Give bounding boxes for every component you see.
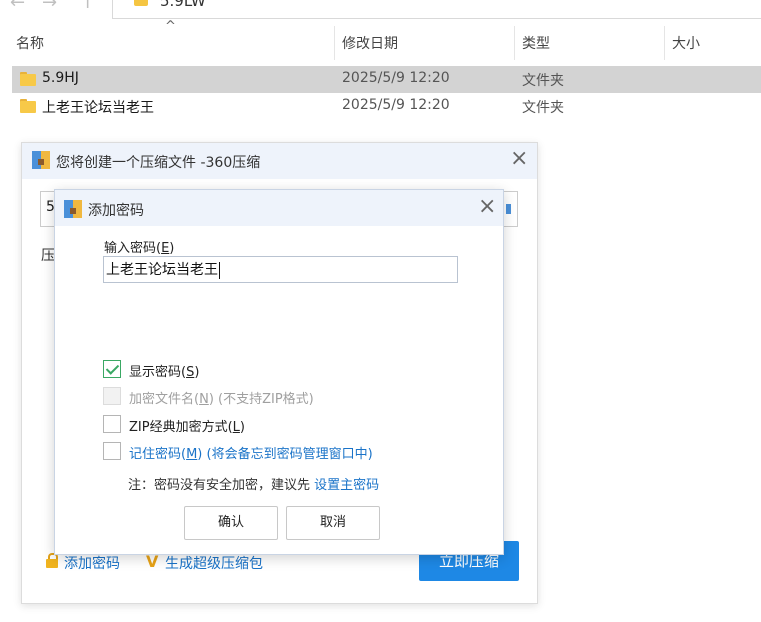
column-headers: ^ 名称 修改日期 类型 大小	[0, 19, 761, 60]
set-master-password-link[interactable]: 设置主密码	[314, 478, 379, 493]
explorer-toolbar: ← → ↑ 5.9LW	[0, 0, 761, 19]
folder-icon	[20, 99, 36, 113]
file-row[interactable]: 上老王论坛当老王 2025/5/9 12:20 文件夹	[12, 93, 761, 120]
zip-classic-label: ZIP经典加密方式(L)	[129, 420, 245, 435]
column-size[interactable]: 大小	[672, 33, 700, 53]
file-name: 5.9HJ	[42, 70, 79, 86]
lock-icon	[45, 553, 59, 568]
password-dialog-title: 添加密码	[88, 203, 144, 219]
add-password-dialog: 添加密码 × 输入密码(E) 上老王论坛当老王 显示密码(S) 加密文件名(N)…	[54, 189, 504, 555]
up-arrow-icon[interactable]: ↑	[80, 0, 95, 13]
show-password-checkbox[interactable]	[103, 360, 121, 378]
remember-password-label: 记住密码(M) (将会备忘到密码管理窗口中)	[129, 447, 373, 462]
close-icon[interactable]: ×	[510, 148, 528, 170]
password-dialog-titlebar[interactable]: 添加密码 ×	[55, 190, 503, 226]
address-folder-icon	[134, 0, 148, 6]
add-password-link[interactable]: 添加密码	[64, 553, 120, 573]
encrypt-filename-checkbox	[103, 387, 121, 405]
compress-dialog-titlebar[interactable]: 您将创建一个压缩文件 -360压缩 ×	[22, 143, 537, 179]
encrypt-filename-label: 加密文件名(N) (不支持ZIP格式)	[129, 392, 314, 407]
column-divider[interactable]	[664, 26, 665, 60]
show-password-label: 显示密码(S)	[129, 365, 200, 380]
address-path: 5.9LW	[160, 0, 206, 10]
file-modified: 2025/5/9 12:20	[342, 97, 450, 113]
folder-icon	[20, 72, 36, 86]
file-type: 文件夹	[522, 73, 564, 89]
forward-arrow-icon[interactable]: →	[42, 0, 57, 13]
360zip-app-icon	[64, 200, 82, 218]
zip-classic-checkbox[interactable]	[103, 415, 121, 433]
cancel-button[interactable]: 取消	[286, 506, 380, 540]
super-package-link[interactable]: 生成超级压缩包	[165, 553, 263, 573]
file-type: 文件夹	[522, 100, 564, 116]
file-modified: 2025/5/9 12:20	[342, 70, 450, 86]
back-arrow-icon[interactable]: ←	[10, 0, 25, 13]
ok-button[interactable]: 确认	[184, 506, 278, 540]
sort-caret-icon: ^	[165, 19, 176, 34]
file-row[interactable]: 5.9HJ 2025/5/9 12:20 文件夹	[12, 66, 761, 93]
remember-password-checkbox[interactable]	[103, 442, 121, 460]
column-modified[interactable]: 修改日期	[342, 33, 398, 53]
column-type[interactable]: 类型	[522, 33, 550, 53]
column-name[interactable]: 名称	[16, 33, 44, 53]
password-input[interactable]: 上老王论坛当老王	[103, 256, 458, 283]
address-bar[interactable]	[112, 0, 761, 19]
file-name: 上老王论坛当老王	[42, 100, 154, 116]
360zip-app-icon	[32, 151, 50, 169]
close-icon[interactable]: ×	[478, 196, 496, 218]
compress-dialog-title: 您将创建一个压缩文件 -360压缩	[56, 155, 261, 171]
browse-icon[interactable]	[506, 204, 511, 214]
password-input-label: 输入密码(E)	[104, 241, 175, 256]
column-divider[interactable]	[334, 26, 335, 60]
security-note: 注：密码没有安全加密，建议先 设置主密码	[128, 478, 380, 493]
compress-label: 压	[41, 248, 55, 264]
text-caret	[219, 261, 220, 279]
column-divider[interactable]	[514, 26, 515, 60]
password-value: 上老王论坛当老王	[106, 262, 218, 278]
